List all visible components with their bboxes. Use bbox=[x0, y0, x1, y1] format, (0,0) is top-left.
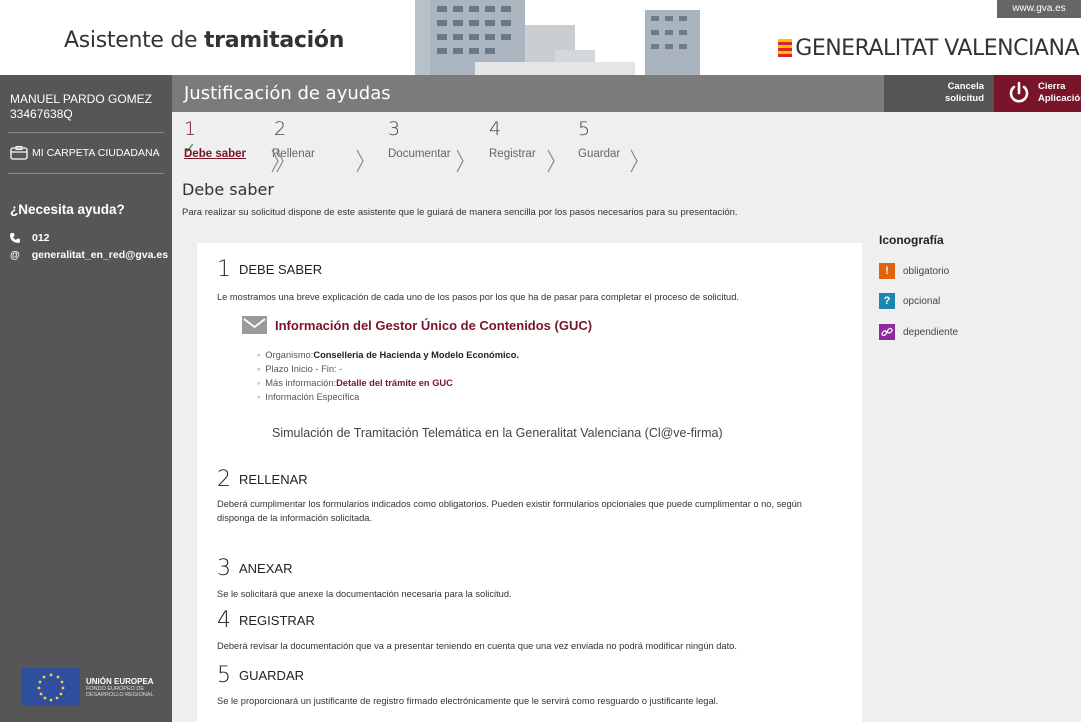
eu-logo: UNIÓN EUROPEA FONDO EUROPEO DE DESARROLL… bbox=[22, 667, 162, 707]
section-description: Para realizar su solicitud dispone de es… bbox=[182, 207, 738, 218]
legend-opcional: ? opcional bbox=[879, 293, 940, 309]
coat-of-arms-icon bbox=[778, 39, 793, 57]
guc-detail-link[interactable]: Detalle del trámite en GUC bbox=[336, 378, 453, 388]
legend-obligatorio: ! obligatorio bbox=[879, 263, 949, 279]
gva-link[interactable]: www.gva.es bbox=[997, 0, 1081, 18]
close-application-button[interactable]: Cierra Aplicación bbox=[994, 75, 1081, 112]
step-4-text: Deberá revisar la documentación que va a… bbox=[217, 641, 737, 651]
exclamation-icon: ! bbox=[879, 263, 895, 279]
step-1-heading: 1 DEBE SABER bbox=[217, 257, 323, 282]
simulation-text: Simulación de Tramitación Telemática en … bbox=[272, 426, 723, 440]
user-id: 33467638Q bbox=[10, 107, 73, 121]
content-panel: 1 DEBE SABER Le mostramos una breve expli… bbox=[197, 243, 862, 722]
iconography-title: Iconografía bbox=[879, 233, 944, 247]
step-1-text: Le mostramos una breve explicación de ca… bbox=[217, 292, 739, 302]
step-4-heading: 4 REGISTRAR bbox=[217, 608, 315, 633]
step-documentar[interactable]: 3 Documentar bbox=[388, 118, 451, 160]
folder-icon bbox=[10, 146, 28, 160]
guc-info-heading[interactable]: Información del Gestor Único de Contenid… bbox=[242, 316, 592, 334]
list-item: Plazo Inicio - Fin: - bbox=[257, 362, 519, 376]
divider bbox=[8, 173, 164, 174]
phone-icon bbox=[10, 233, 20, 243]
step-5-text: Se le proporcionará un justificante de r… bbox=[217, 696, 719, 706]
generalitat-logo[interactable]: GENERALITAT VALENCIANA bbox=[778, 36, 1079, 61]
step-debe-saber[interactable]: 1 ✓ Debe saber bbox=[184, 118, 246, 160]
legend-dependiente: dependiente bbox=[879, 324, 958, 340]
step-5-heading: 5 GUARDAR bbox=[217, 663, 305, 688]
chevron-right-icon bbox=[271, 149, 279, 173]
step-guardar[interactable]: 5 Guardar bbox=[578, 118, 620, 160]
email-contact[interactable]: @ generalitat_en_red@gva.es bbox=[10, 249, 168, 261]
list-item: Información Específica bbox=[257, 390, 519, 404]
step-3-heading: 3 ANEXAR bbox=[217, 556, 293, 581]
divider bbox=[8, 132, 164, 133]
power-icon bbox=[1009, 81, 1029, 103]
link-icon bbox=[879, 324, 895, 340]
chevron-right-icon bbox=[630, 149, 638, 173]
sidebar: MANUEL PARDO GOMEZ 33467638Q MI CARPETA … bbox=[0, 75, 172, 722]
guc-info-list: Organismo:Conselleria de Hacienda y Mode… bbox=[247, 348, 519, 404]
step-3-text: Se le solicitará que anexe la documentac… bbox=[217, 589, 512, 599]
header: www.gva.es Asistente de tramitación GENE… bbox=[0, 0, 1081, 75]
at-icon: @ bbox=[10, 249, 20, 261]
chevron-right-icon bbox=[456, 149, 464, 173]
step-rellenar[interactable]: 2 Rellenar bbox=[272, 118, 315, 160]
eu-flag-icon bbox=[22, 668, 80, 706]
chevron-right-icon bbox=[356, 149, 364, 173]
step-2-text: Deberá cumplimentar los formularios indi… bbox=[217, 499, 802, 523]
eu-text: UNIÓN EUROPEA FONDO EUROPEO DE DESARROLL… bbox=[86, 676, 154, 698]
question-icon: ? bbox=[879, 293, 895, 309]
header-banner-image bbox=[375, 0, 710, 75]
cancel-request-button[interactable]: Cancela solicitud bbox=[884, 75, 994, 112]
list-item: Más información:Detalle del trámite en G… bbox=[257, 376, 519, 390]
help-title: ¿Necesita ayuda? bbox=[10, 202, 125, 217]
title-bar: Justificación de ayudas Cancela solicitu… bbox=[172, 75, 1081, 112]
app-title: Asistente de tramitación bbox=[64, 28, 345, 53]
mi-carpeta-ciudadana-link[interactable]: MI CARPETA CIUDADANA bbox=[10, 146, 160, 160]
step-2-heading: 2 RELLENAR bbox=[217, 467, 308, 492]
list-item: Organismo:Conselleria de Hacienda y Mode… bbox=[257, 348, 519, 362]
step-registrar[interactable]: 4 Registrar bbox=[489, 118, 536, 160]
chevron-right-icon bbox=[547, 149, 555, 173]
user-name: MANUEL PARDO GOMEZ bbox=[10, 92, 153, 106]
page-title: Justificación de ayudas bbox=[184, 83, 391, 104]
section-title: Debe saber bbox=[182, 180, 274, 199]
phone-contact[interactable]: 012 bbox=[10, 232, 50, 244]
envelope-icon bbox=[242, 316, 267, 334]
